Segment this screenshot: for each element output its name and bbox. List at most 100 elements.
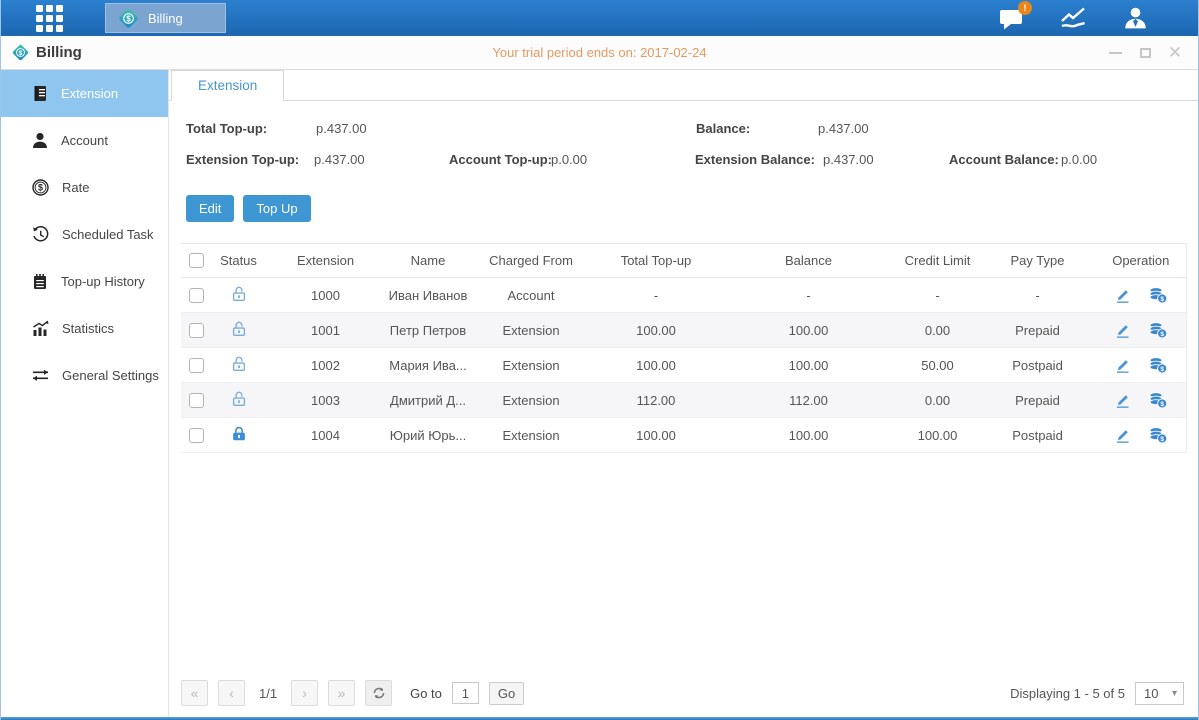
displaying-text: Displaying 1 - 5 of 5 (1010, 686, 1125, 701)
content-area: Extension Account $ Rate (1, 70, 1198, 717)
cell-pay-type: Postpaid (979, 348, 1096, 383)
first-page-button[interactable]: « (181, 680, 208, 706)
grid-icon (36, 5, 63, 32)
extension-topup-label: Extension Top-up: (186, 152, 299, 167)
cell-charged-from: Extension (471, 383, 591, 418)
top-up-row-icon[interactable]: $ (1148, 427, 1168, 444)
cell-name: Иван Иванов (385, 278, 471, 313)
edit-row-icon[interactable] (1114, 427, 1131, 444)
extension-ledger-icon (32, 85, 48, 102)
top-up-row-icon[interactable]: $ (1148, 357, 1168, 374)
sidebar-item-topup-history[interactable]: Top-up History (1, 258, 168, 305)
edit-row-icon[interactable] (1114, 392, 1131, 409)
next-page-button[interactable]: › (291, 680, 318, 706)
top-up-row-icon[interactable]: $ (1148, 392, 1168, 409)
row-checkbox[interactable] (189, 323, 204, 338)
maximize-button[interactable] (1138, 46, 1152, 60)
window-title: $ Billing (11, 43, 82, 62)
go-button[interactable]: Go (489, 682, 524, 705)
balance-label: Balance: (696, 121, 750, 136)
edit-row-icon[interactable] (1114, 287, 1131, 304)
messages-button[interactable]: ! (999, 7, 1024, 30)
extension-balance-value: p.437.00 (823, 152, 874, 167)
cell-balance: 100.00 (721, 313, 896, 348)
cell-total-topup: 100.00 (591, 418, 721, 453)
refresh-button[interactable] (365, 680, 392, 706)
edit-row-icon[interactable] (1114, 322, 1131, 339)
cell-name: Юрий Юрь... (385, 418, 471, 453)
pagination-bar: « ‹ 1/1 › » Go to Go (169, 680, 1198, 717)
goto-page-input[interactable] (452, 682, 479, 704)
svg-text:$: $ (1160, 435, 1164, 442)
cell-charged-from: Extension (471, 418, 591, 453)
sidebar: Extension Account $ Rate (1, 70, 169, 717)
row-checkbox[interactable] (189, 288, 204, 303)
svg-text:$: $ (1160, 330, 1164, 337)
sidebar-item-account[interactable]: Account (1, 117, 168, 164)
pagination-summary: Displaying 1 - 5 of 5 10 ▾ (1010, 682, 1184, 705)
cell-total-topup: 100.00 (591, 348, 721, 383)
main-panel: Extension Total Top-up: p.437.00 Balance… (169, 70, 1198, 717)
select-all-checkbox[interactable] (189, 253, 204, 268)
cell-charged-from: Extension (471, 348, 591, 383)
col-status: Status (211, 244, 266, 278)
col-balance: Balance (721, 244, 896, 278)
topbar-tab-billing[interactable]: $ Billing (105, 3, 226, 33)
action-buttons: Edit Top Up (186, 195, 1198, 222)
cell-pay-type: Prepaid (979, 313, 1096, 348)
table-row: 1004 Юрий Юрь... Extension 100.00 100.00… (181, 418, 1186, 453)
account-person-icon (32, 132, 48, 149)
top-up-row-icon[interactable]: $ (1148, 287, 1168, 304)
row-checkbox[interactable] (189, 393, 204, 408)
account-topup-label: Account Top-up: (449, 152, 552, 167)
total-topup-value: p.437.00 (316, 121, 367, 136)
sidebar-item-statistics[interactable]: Statistics (1, 305, 168, 352)
page-indicator: 1/1 (259, 686, 277, 701)
minimize-button[interactable] (1108, 46, 1122, 60)
page-size-value: 10 (1144, 686, 1158, 701)
goto-label: Go to (410, 686, 442, 701)
top-up-row-icon[interactable]: $ (1148, 322, 1168, 339)
sidebar-item-label: Account (61, 133, 108, 148)
cell-total-topup: 112.00 (591, 383, 721, 418)
last-page-button[interactable]: » (328, 680, 355, 706)
tab-strip: Extension (169, 70, 1198, 101)
status-unlocked-icon (230, 285, 248, 303)
topbar-tab-label: Billing (148, 11, 183, 26)
close-button[interactable]: ✕ (1168, 46, 1182, 60)
cell-credit-limit: 0.00 (896, 313, 979, 348)
extension-balance-label: Extension Balance: (695, 152, 815, 167)
scheduled-task-clock-icon (32, 226, 49, 243)
sidebar-item-general-settings[interactable]: General Settings (1, 352, 168, 399)
cell-extension: 1003 (266, 383, 385, 418)
cell-balance: - (721, 278, 896, 313)
svg-text:$: $ (19, 50, 23, 57)
monitor-button[interactable] (1060, 6, 1087, 30)
edit-row-icon[interactable] (1114, 357, 1131, 374)
row-checkbox[interactable] (189, 428, 204, 443)
topbar-right-icons: ! (999, 6, 1148, 31)
app-launcher-grid-icon[interactable] (36, 5, 63, 32)
cell-credit-limit: 50.00 (896, 348, 979, 383)
sidebar-item-label: Statistics (62, 321, 114, 336)
sidebar-item-extension[interactable]: Extension (1, 70, 168, 117)
col-extension: Extension (266, 244, 385, 278)
page-size-select[interactable]: 10 ▾ (1135, 682, 1184, 705)
user-account-button[interactable] (1123, 6, 1148, 31)
table-header-row: Status Extension Name Charged From Total… (181, 244, 1186, 278)
line-chart-icon (1060, 6, 1087, 30)
cell-pay-type: Prepaid (979, 383, 1096, 418)
top-up-button[interactable]: Top Up (243, 195, 310, 222)
cell-credit-limit: 0.00 (896, 383, 979, 418)
col-charged-from: Charged From (471, 244, 591, 278)
svg-text:$: $ (1160, 365, 1164, 372)
sidebar-item-rate[interactable]: $ Rate (1, 164, 168, 211)
col-pay-type: Pay Type (979, 244, 1096, 278)
row-checkbox[interactable] (189, 358, 204, 373)
user-icon (1123, 6, 1148, 31)
prev-page-button[interactable]: ‹ (218, 680, 245, 706)
cell-name: Мария Ива... (385, 348, 471, 383)
edit-button[interactable]: Edit (186, 195, 234, 222)
tab-extension[interactable]: Extension (171, 70, 284, 101)
sidebar-item-scheduled-task[interactable]: Scheduled Task (1, 211, 168, 258)
